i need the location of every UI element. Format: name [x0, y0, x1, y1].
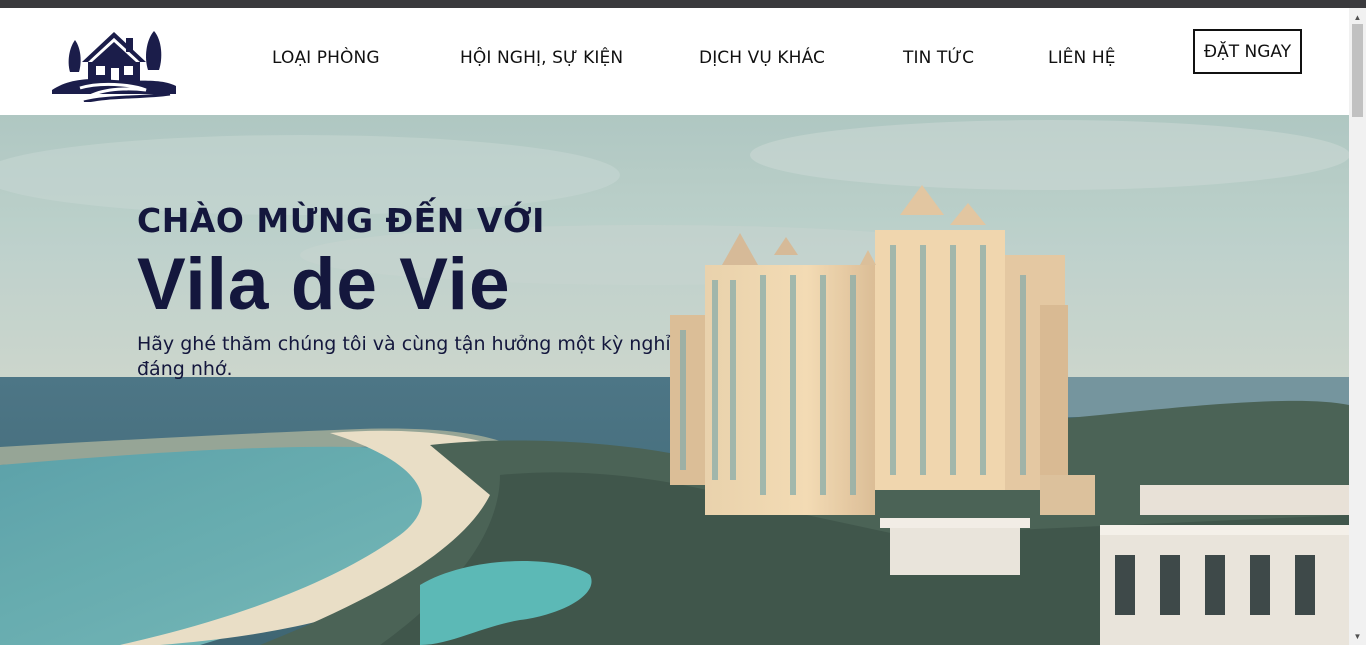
scroll-down-icon[interactable]: ▼ [1349, 629, 1366, 643]
book-now-button[interactable]: ĐẶT NGAY [1193, 29, 1302, 74]
nav-room-types[interactable]: LOẠI PHÒNG [272, 48, 380, 68]
hero-text-block: CHÀO MỪNG ĐẾN VỚI Vila de Vie Hãy ghé th… [137, 201, 697, 382]
browser-top-strip [0, 0, 1366, 8]
hero-banner: CHÀO MỪNG ĐẾN VỚI Vila de Vie Hãy ghé th… [0, 115, 1349, 645]
site-header: LOẠI PHÒNG HỘI NGHỊ, SỰ KIỆN DỊCH VỤ KHÁ… [0, 8, 1349, 115]
hero-welcome: CHÀO MỪNG ĐẾN VỚI [137, 201, 545, 240]
nav-news[interactable]: TIN TỨC [903, 48, 974, 68]
site-logo[interactable] [50, 26, 178, 104]
scroll-up-icon[interactable]: ▲ [1349, 10, 1366, 24]
scrollbar-thumb[interactable] [1352, 24, 1363, 117]
nav-contact[interactable]: LIÊN HỆ [1048, 48, 1116, 68]
hero-tagline: Hãy ghé thăm chúng tôi và cùng tận hưởng… [137, 333, 671, 380]
page-scrollbar[interactable]: ▲ ▼ [1349, 8, 1366, 645]
nav-conferences-events[interactable]: HỘI NGHỊ, SỰ KIỆN [460, 48, 623, 68]
nav-other-services[interactable]: DỊCH VỤ KHÁC [699, 48, 825, 68]
hero-brand-title: Vila de Vie [137, 244, 511, 325]
house-logo-icon [52, 31, 176, 104]
